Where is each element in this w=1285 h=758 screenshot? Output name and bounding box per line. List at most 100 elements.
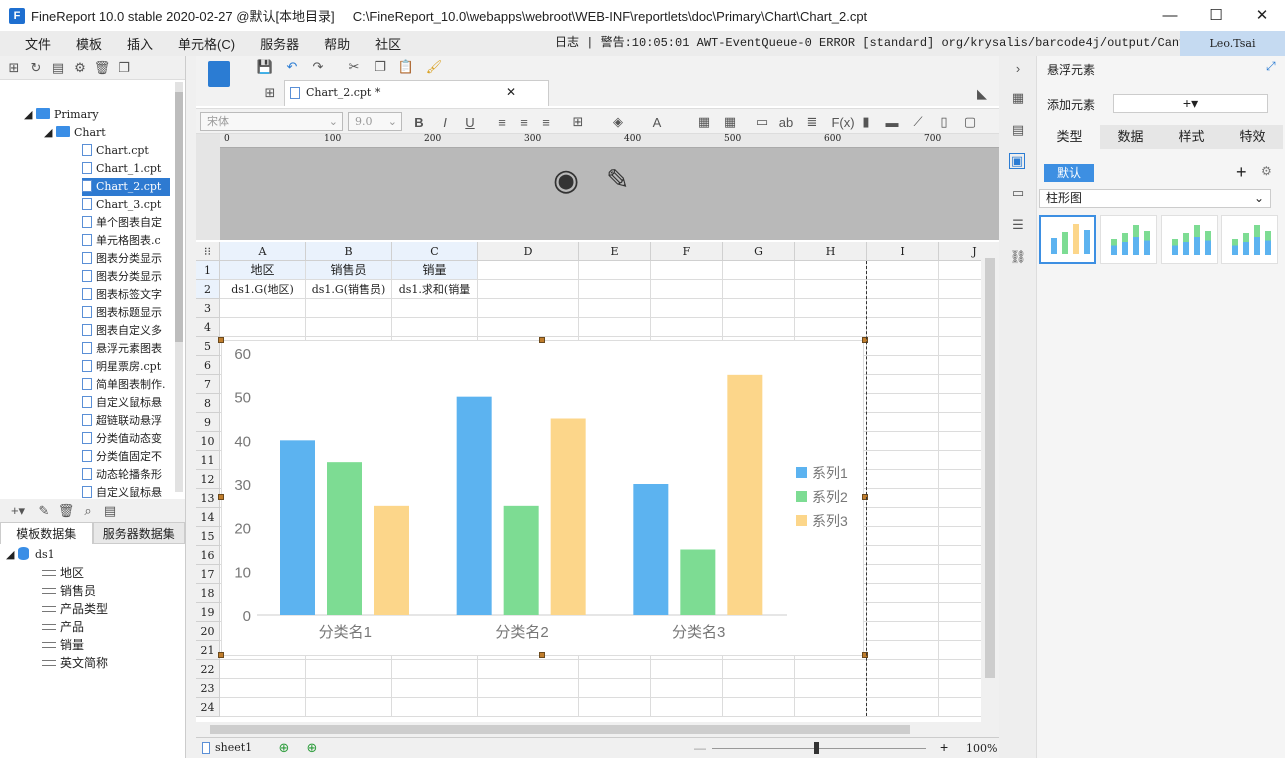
grid-cell[interactable] <box>579 698 651 717</box>
menu-file[interactable]: 文件 <box>0 34 63 53</box>
row-header[interactable]: 4 <box>196 318 220 337</box>
tree-folder-primary[interactable]: ◢ Primary <box>24 106 99 124</box>
row-header[interactable]: 15 <box>196 527 220 546</box>
close-button[interactable]: ✕ <box>1239 0 1285 31</box>
grid-cell[interactable] <box>478 679 579 698</box>
grid-cell[interactable] <box>795 698 867 717</box>
underline-icon[interactable]: U <box>462 114 478 130</box>
tab-template-dataset[interactable]: 模板数据集 <box>0 522 93 544</box>
row-header[interactable]: 21 <box>196 641 220 660</box>
grid-cell[interactable] <box>220 318 306 337</box>
cell-b2[interactable]: ds1.G(销售员) <box>306 280 392 299</box>
grid-cell[interactable] <box>867 356 939 375</box>
tab-effect[interactable]: 特效 <box>1222 125 1283 149</box>
grid-cell[interactable] <box>939 641 981 660</box>
grid-cell[interactable] <box>723 679 795 698</box>
grid-cell[interactable] <box>939 451 981 470</box>
sub-report-icon[interactable]: ▯ <box>936 114 952 130</box>
grid-cell[interactable] <box>867 375 939 394</box>
collapse-arrow-icon[interactable]: › <box>1010 60 1026 76</box>
grid-cell[interactable] <box>939 337 981 356</box>
grid-cell[interactable] <box>220 299 306 318</box>
cell-a2[interactable]: ds1.G(地区) <box>220 280 306 299</box>
bar-chart-icon[interactable]: ▮ <box>858 114 874 130</box>
row-header[interactable]: 24 <box>196 698 220 717</box>
italic-icon[interactable]: I <box>437 114 453 130</box>
grid-cell[interactable] <box>867 508 939 527</box>
chart-settings-icon[interactable]: ⚙ <box>1261 164 1272 178</box>
dataset-field[interactable]: 英文简称 <box>42 654 108 672</box>
grid-cell[interactable] <box>723 299 795 318</box>
grid-cell[interactable] <box>392 299 478 318</box>
delete-dataset-icon[interactable]: 🗑 <box>58 503 75 519</box>
grid-cell[interactable] <box>478 318 579 337</box>
grid-cell[interactable] <box>723 280 795 299</box>
grid-cell[interactable] <box>651 318 723 337</box>
column-header[interactable]: H <box>795 242 867 261</box>
slash-icon[interactable]: ⟋ <box>910 114 926 130</box>
grid-cell[interactable] <box>939 280 981 299</box>
grid-cell[interactable] <box>795 660 867 679</box>
cell-a1[interactable]: 地区 <box>220 261 306 280</box>
tree-file[interactable]: 超链联动悬浮 <box>82 412 170 430</box>
grid-cell[interactable] <box>392 318 478 337</box>
menu-help[interactable]: 帮助 <box>311 34 362 53</box>
menu-cell[interactable]: 单元格(C) <box>165 34 247 53</box>
dataset-field[interactable]: 产品类型 <box>42 600 108 618</box>
template-type-icon[interactable] <box>208 61 230 87</box>
grid-cell[interactable] <box>867 394 939 413</box>
image-icon[interactable]: ▬ <box>884 114 900 130</box>
grid-cell[interactable] <box>939 318 981 337</box>
chart-style-thumbnail[interactable] <box>1100 215 1157 264</box>
align-center-icon[interactable]: ≡ <box>516 114 532 130</box>
grid-cell[interactable] <box>723 261 795 280</box>
row-header[interactable]: 17 <box>196 565 220 584</box>
grid-cell[interactable] <box>478 299 579 318</box>
zoom-in-icon[interactable]: + <box>940 739 948 755</box>
user-account[interactable]: Leo.Tsai <box>1180 31 1285 56</box>
grid-cell[interactable] <box>867 280 939 299</box>
undo-icon[interactable]: ↶ <box>284 59 300 75</box>
chart-type-select[interactable]: 柱形图 ⌄ <box>1039 189 1271 208</box>
minimize-button[interactable]: — <box>1147 0 1193 31</box>
hyperlink-icon[interactable]: ⛓ <box>1010 249 1027 265</box>
row-header[interactable]: 6 <box>196 356 220 375</box>
grid-cell[interactable] <box>795 299 867 318</box>
row-header[interactable]: 19 <box>196 603 220 622</box>
add-dataset-icon[interactable]: +▾ <box>6 503 30 519</box>
cell-c1[interactable]: 销量 <box>392 261 478 280</box>
template-open-icon[interactable]: ▤ <box>50 60 66 76</box>
grid-cell[interactable] <box>795 261 867 280</box>
tree-file[interactable]: 图表标题显示 <box>82 304 170 322</box>
tree-file[interactable]: 图表自定义多 <box>82 322 170 340</box>
grid-cell[interactable] <box>867 451 939 470</box>
formula-icon[interactable]: F(x) <box>831 114 854 130</box>
row-header[interactable]: 7 <box>196 375 220 394</box>
refresh-icon[interactable]: ↻ <box>28 60 44 76</box>
zoom-out-icon[interactable]: — <box>694 741 706 755</box>
float-chart[interactable]: 0 10 20 30 40 50 60 分类名1 分类名2 分类名3 系列1 系列2 系列3 <box>221 340 864 656</box>
font-family-select[interactable]: 宋体 ⌄ <box>200 112 343 131</box>
add-sheet-icon[interactable]: ⊕ <box>276 740 292 756</box>
tab-menu-icon[interactable]: ◣ <box>974 86 990 102</box>
column-header[interactable]: C <box>392 242 478 261</box>
tree-file[interactable]: 明星票房.cpt <box>82 358 170 376</box>
zoom-slider[interactable] <box>712 748 926 749</box>
sheet-tab[interactable]: sheet1 <box>215 741 252 754</box>
align-right-icon[interactable]: ≡ <box>538 114 554 130</box>
tree-file[interactable]: 动态轮播条形 <box>82 466 170 484</box>
grid-cell[interactable] <box>867 546 939 565</box>
grid-cell[interactable] <box>939 432 981 451</box>
tree-file[interactable]: 自定义鼠标悬 <box>82 394 170 412</box>
menu-insert[interactable]: 插入 <box>114 34 165 53</box>
row-header[interactable]: 8 <box>196 394 220 413</box>
grid-cell[interactable] <box>579 660 651 679</box>
grid-cell[interactable] <box>867 432 939 451</box>
resize-handle[interactable] <box>539 337 545 343</box>
tab-style[interactable]: 样式 <box>1161 125 1222 149</box>
grid-cell[interactable] <box>939 508 981 527</box>
default-badge[interactable]: 默认 <box>1044 164 1094 182</box>
grid-icon[interactable]: ⊞ <box>262 85 278 101</box>
merge-cell-icon[interactable]: ▦ <box>696 114 712 130</box>
expand-panel-icon[interactable]: ⤢ <box>1266 59 1276 74</box>
